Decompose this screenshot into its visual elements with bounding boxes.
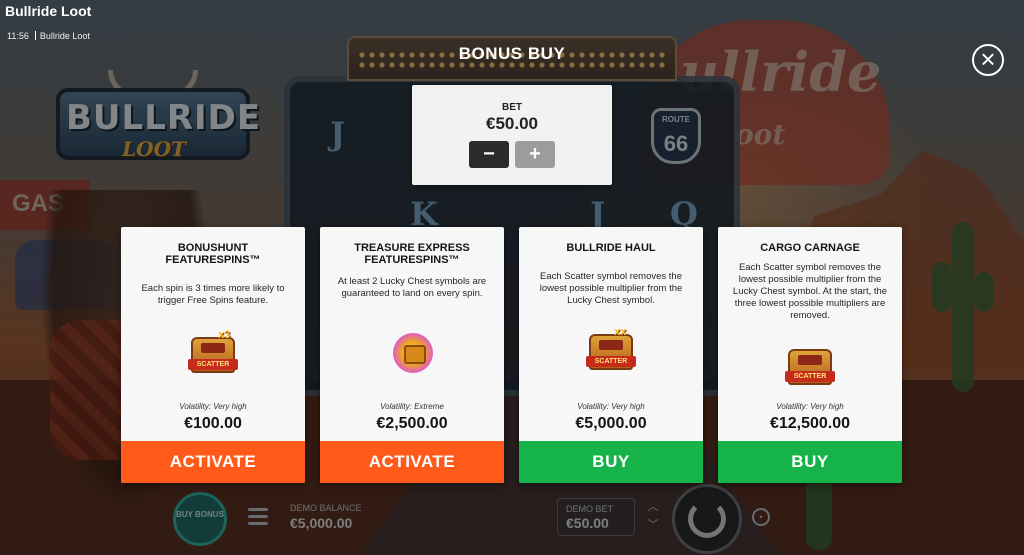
bet-decrease-button[interactable]: − — [469, 141, 509, 168]
status-line: 11:56 Bullride Loot — [7, 31, 90, 41]
card-volatility: Volatility: Very high — [577, 402, 645, 411]
scatter-truck-xx-icon: xx SCATTER — [586, 326, 636, 374]
card-title: CARGO CARNAGE — [760, 242, 860, 254]
icon-caption: SCATTER — [188, 359, 238, 370]
icon-badge: xx — [614, 326, 627, 338]
scatter-truck-x3-icon: x3 SCATTER — [188, 329, 238, 377]
app-title: Bullride Loot — [5, 3, 92, 19]
card-volatility: Volatility: Extreme — [380, 402, 444, 411]
activate-button[interactable]: ACTIVATE — [121, 441, 305, 483]
card-price: €12,500.00 — [769, 415, 851, 432]
icon-badge: x3 — [218, 329, 231, 341]
card-title: BULLRIDE HAUL — [566, 242, 656, 254]
card-description: Each spin is 3 times more likely to trig… — [141, 283, 285, 306]
card-volatility: Volatility: Very high — [179, 402, 247, 411]
bonus-card-cargo-carnage: CARGO CARNAGE Each Scatter symbol remove… — [718, 227, 902, 483]
card-price: €5,000.00 — [575, 415, 647, 432]
bet-value: €50.00 — [486, 114, 538, 133]
close-button[interactable]: × — [972, 44, 1004, 76]
close-icon: × — [980, 44, 996, 74]
bet-panel: BET €50.00 − + — [412, 85, 612, 185]
bonus-card-bullride-haul: BULLRIDE HAUL Each Scatter symbol remove… — [519, 227, 703, 483]
card-price: €2,500.00 — [376, 415, 448, 432]
icon-caption: SCATTER — [586, 356, 636, 367]
card-description: Each Scatter symbol removes the lowest p… — [539, 271, 683, 306]
buy-button[interactable]: BUY — [718, 441, 902, 483]
card-price: €100.00 — [184, 415, 242, 432]
card-description: At least 2 Lucky Chest symbols are guara… — [337, 276, 487, 299]
scatter-truck-icon: SCATTER — [785, 343, 835, 389]
bonus-card-bonushunt: BONUSHUNT FEATURESPINS™ Each spin is 3 t… — [121, 227, 305, 483]
bonus-buy-title: BONUS BUY — [458, 44, 566, 63]
card-volatility: Volatility: Very high — [776, 402, 844, 411]
card-title: TREASURE EXPRESS FEATURESPINS™ — [354, 242, 470, 266]
icon-caption: SCATTER — [785, 371, 835, 382]
bet-label: BET — [502, 102, 522, 113]
bet-increase-button[interactable]: + — [515, 141, 555, 168]
status-time: 11:56 — [7, 31, 29, 41]
activate-button[interactable]: ACTIVATE — [320, 441, 504, 483]
card-title: BONUSHUNT FEATURESPINS™ — [165, 242, 261, 266]
buy-button[interactable]: BUY — [519, 441, 703, 483]
lucky-chest-icon — [387, 331, 437, 377]
bonus-card-treasure-express: TREASURE EXPRESS FEATURESPINS™ At least … — [320, 227, 504, 483]
card-description: Each Scatter symbol removes the lowest p… — [732, 262, 888, 321]
status-game: Bullride Loot — [39, 31, 90, 41]
